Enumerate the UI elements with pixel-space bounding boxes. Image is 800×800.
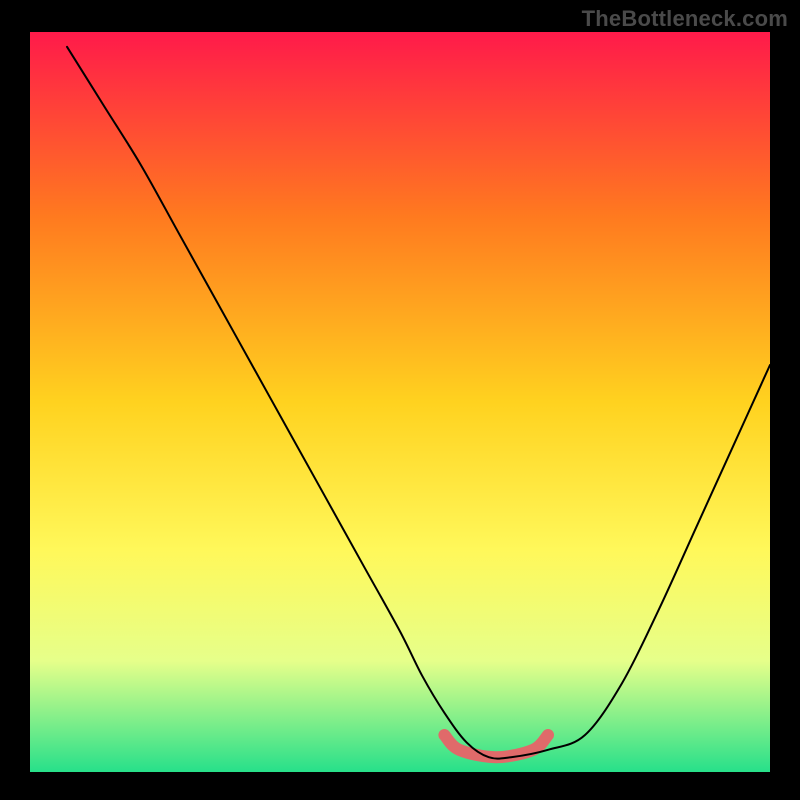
chart-root: TheBottleneck.com — [0, 0, 800, 800]
plot-area — [30, 32, 770, 772]
chart-svg — [30, 32, 770, 772]
gradient-background — [30, 32, 770, 772]
watermark-text: TheBottleneck.com — [582, 6, 788, 32]
